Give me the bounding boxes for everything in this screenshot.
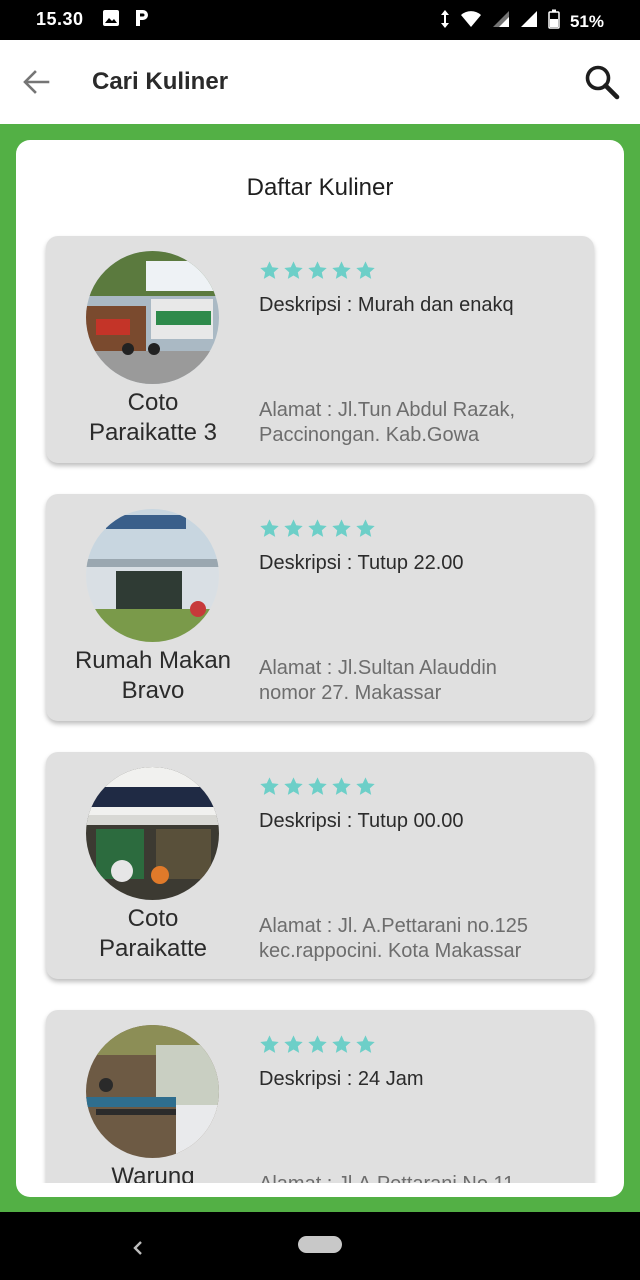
rating-stars xyxy=(259,518,376,539)
battery-icon xyxy=(548,9,560,34)
page-title: Cari Kuliner xyxy=(92,68,229,95)
search-button[interactable] xyxy=(580,60,624,104)
app-bar: Cari Kuliner xyxy=(0,40,640,124)
system-navigation-bar xyxy=(0,1212,640,1280)
restaurant-address: Alamat : Jl.Sultan Alauddin nomor 27. Ma… xyxy=(259,657,497,704)
star-icon xyxy=(356,519,375,537)
restaurant-description: Deskripsi : 24 Jam xyxy=(259,1068,424,1090)
restaurant-address: Alamat : Jl. A.Pettarani no.125 kec.rapp… xyxy=(259,915,529,962)
back-button[interactable] xyxy=(16,62,56,102)
restaurant-photo xyxy=(86,767,219,900)
restaurant-list[interactable]: Coto Paraikatte 3 Deskripsi : Murah dan … xyxy=(16,230,624,1183)
star-icon xyxy=(260,519,279,537)
restaurant-card[interactable]: Warung Deskripsi : 24 Jam Alamat : Jl.A.… xyxy=(46,1010,594,1183)
restaurant-card[interactable]: Coto Paraikatte 3 Deskripsi : Murah dan … xyxy=(46,236,594,463)
star-icon xyxy=(284,261,303,279)
parking-app-icon xyxy=(134,8,150,33)
star-icon xyxy=(260,261,279,279)
restaurant-address: Alamat : Jl.Tun Abdul Razak, Paccinongan… xyxy=(259,399,516,446)
mobile-signal-icon-1 xyxy=(492,10,510,33)
battery-percent: 51% xyxy=(569,11,604,31)
star-icon xyxy=(332,777,351,795)
chevron-left-icon xyxy=(133,1241,142,1255)
restaurant-description: Deskripsi : Tutup 22.00 xyxy=(259,552,464,574)
star-icon xyxy=(332,519,351,537)
wifi-icon xyxy=(460,10,482,33)
star-icon xyxy=(332,1035,351,1053)
star-icon xyxy=(284,777,303,795)
restaurant-photo xyxy=(86,509,219,642)
star-icon xyxy=(356,777,375,795)
system-back-button[interactable] xyxy=(124,1234,152,1262)
restaurant-name: Coto Paraikatte xyxy=(98,905,208,962)
status-bar: 15.30 51% xyxy=(0,0,640,40)
restaurant-name: Rumah Makan Bravo xyxy=(74,647,232,704)
restaurant-photo xyxy=(86,1025,219,1158)
restaurant-name: Coto Paraikatte 3 xyxy=(88,389,218,446)
rating-stars xyxy=(259,776,376,797)
rating-stars xyxy=(259,1034,376,1055)
star-icon xyxy=(284,519,303,537)
star-icon xyxy=(308,261,327,279)
data-transfer-icon xyxy=(440,9,450,34)
restaurant-card[interactable]: Rumah Makan Bravo Deskripsi : Tutup 22.0… xyxy=(46,494,594,721)
star-icon xyxy=(356,261,375,279)
star-icon xyxy=(308,1035,327,1053)
star-icon xyxy=(260,1035,279,1053)
star-icon xyxy=(284,1035,303,1053)
restaurant-description: Deskripsi : Murah dan enakq xyxy=(259,294,514,316)
star-icon xyxy=(332,261,351,279)
restaurant-description: Deskripsi : Tutup 00.00 xyxy=(259,810,464,832)
restaurant-name: Warung xyxy=(111,1163,195,1183)
restaurant-address: Alamat : Jl.A.Pettarani No.11 xyxy=(259,1172,579,1183)
mobile-signal-icon-2 xyxy=(520,10,538,33)
gallery-notification-icon xyxy=(102,9,120,32)
star-icon xyxy=(356,1035,375,1053)
star-icon xyxy=(308,777,327,795)
arrow-left-icon xyxy=(23,70,50,94)
search-icon xyxy=(585,65,620,100)
home-pill-button[interactable] xyxy=(298,1236,342,1253)
list-title: Daftar Kuliner xyxy=(246,174,394,201)
star-icon xyxy=(260,777,279,795)
status-time: 15.30 xyxy=(36,9,84,29)
culinary-list-panel: Daftar Kuliner Coto Paraikatte 3 Deskrip… xyxy=(16,140,624,1197)
rating-stars xyxy=(259,260,376,281)
restaurant-card[interactable]: Coto Paraikatte Deskripsi : Tutup 00.00 … xyxy=(46,752,594,979)
star-icon xyxy=(308,519,327,537)
restaurant-photo xyxy=(86,251,219,384)
